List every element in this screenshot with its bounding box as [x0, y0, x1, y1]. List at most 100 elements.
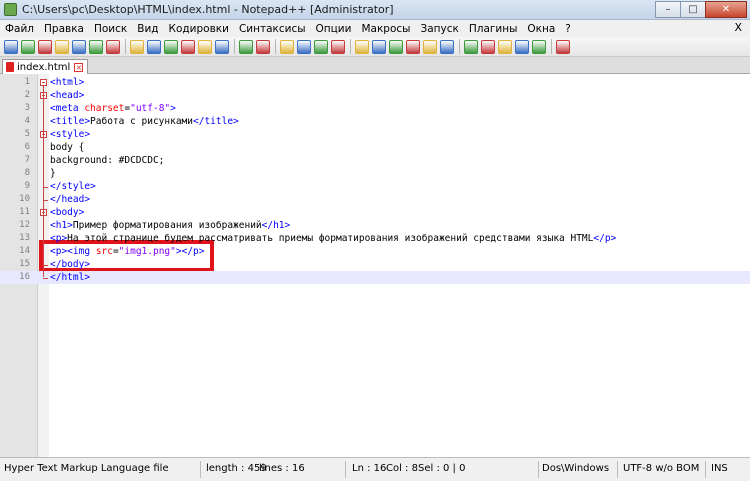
code-line[interactable]: 9 </style>	[0, 180, 750, 193]
code-text: </style>	[50, 181, 96, 192]
fold-toggle-icon[interactable]	[40, 79, 47, 86]
sync-v-icon[interactable]	[297, 39, 311, 54]
menu-close-button[interactable]: X	[734, 21, 742, 34]
code-text: <meta charset="utf-8">	[50, 103, 176, 114]
line-number: 4	[24, 116, 30, 126]
code-text: <body>	[50, 207, 85, 218]
fold-end-marker	[43, 200, 48, 201]
status-col: Col : 8	[386, 463, 418, 474]
play-multi-icon[interactable]	[498, 39, 512, 54]
code-line[interactable]: 14 <p><img src="img1.png"></p>	[0, 245, 750, 258]
code-line[interactable]: 11 <body>	[0, 206, 750, 219]
status-divider	[200, 461, 201, 478]
tab-strip: index.html ×	[0, 57, 750, 74]
menu-settings[interactable]: Опции	[311, 23, 357, 35]
menu-window[interactable]: Окна	[522, 23, 560, 35]
play-macro-icon[interactable]	[481, 39, 495, 54]
zoom-in-icon[interactable]	[256, 39, 270, 54]
redo-icon[interactable]	[198, 39, 212, 54]
menu-edit[interactable]: Правка	[39, 23, 89, 35]
doc-map-icon[interactable]	[406, 39, 420, 54]
line-number: 13	[19, 233, 30, 243]
code-line[interactable]: 6 body {	[0, 141, 750, 154]
close-all-icon[interactable]	[89, 39, 103, 54]
menu-file[interactable]: Файл	[0, 23, 39, 35]
paste-icon[interactable]	[164, 39, 178, 54]
menu-view[interactable]: Вид	[132, 23, 163, 35]
replace-icon[interactable]	[239, 39, 253, 54]
minimize-button[interactable]: –	[655, 1, 681, 18]
status-insert-mode[interactable]: INS	[711, 463, 728, 474]
menu-run[interactable]: Запуск	[415, 23, 463, 35]
spellcheck-icon[interactable]	[532, 39, 546, 54]
line-number: 12	[19, 220, 30, 230]
code-line[interactable]: 13 <p>На этой странице будем рассматриват…	[0, 232, 750, 245]
code-text: background: #DCDCDC;	[50, 155, 165, 166]
menu-language[interactable]: Синтаксисы	[234, 23, 311, 35]
line-number: 8	[24, 168, 30, 178]
code-line[interactable]: 8}	[0, 167, 750, 180]
code-line[interactable]: 3 <meta charset="utf-8">	[0, 102, 750, 115]
open-file-icon[interactable]	[21, 39, 35, 54]
save-all-icon[interactable]	[55, 39, 69, 54]
menu-encoding[interactable]: Кодировки	[164, 23, 234, 35]
menu-macro[interactable]: Макросы	[356, 23, 415, 35]
zoom-out-icon[interactable]	[280, 39, 294, 54]
toolbar-separator	[551, 39, 552, 54]
code-line[interactable]: 15 </body>	[0, 258, 750, 271]
function-list-icon[interactable]	[423, 39, 437, 54]
stop-record-icon[interactable]	[464, 39, 478, 54]
record-macro-icon[interactable]	[440, 39, 454, 54]
print-icon[interactable]	[106, 39, 120, 54]
menu-bar: Файл Правка Поиск Вид Кодировки Синтакси…	[0, 20, 750, 37]
code-text: body {	[50, 142, 85, 153]
code-line[interactable]: 1 <html>	[0, 76, 750, 89]
line-number: 14	[19, 246, 30, 256]
status-divider	[705, 461, 706, 478]
editor-area[interactable]: 1 <html> 2 <head> 3 <meta charset="utf-8"> 4 <t…	[0, 74, 750, 457]
undo-icon[interactable]	[181, 39, 195, 54]
code-text: </head>	[50, 194, 91, 205]
code-text: <title>Работа с рисунками</title>	[50, 116, 239, 127]
code-text: <h1>Пример форматирования изображений</h…	[50, 220, 291, 231]
indent-guide-icon[interactable]	[372, 39, 386, 54]
show-all-chars-icon[interactable]	[355, 39, 369, 54]
close-button[interactable]: ✕	[705, 1, 747, 18]
word-wrap-icon[interactable]	[331, 39, 345, 54]
fold-guide	[43, 86, 44, 277]
line-number: 1	[24, 77, 30, 87]
tab-index-html[interactable]: index.html ×	[2, 59, 89, 74]
save-macro-icon[interactable]	[515, 39, 529, 54]
tab-close-icon[interactable]: ×	[74, 62, 84, 72]
save-icon[interactable]	[38, 39, 52, 54]
menu-help[interactable]: ?	[560, 23, 576, 35]
status-length: length : 459	[206, 463, 267, 474]
menu-plugins[interactable]: Плагины	[464, 23, 523, 35]
fold-end-marker	[43, 278, 48, 279]
status-eol: Dos\Windows	[542, 463, 610, 474]
copy-icon[interactable]	[147, 39, 161, 54]
code-line[interactable]: 16 </html>	[0, 271, 750, 284]
status-ln: Ln : 16	[352, 463, 387, 474]
line-number: 9	[24, 181, 30, 191]
code-line[interactable]: 4 <title>Работа с рисунками</title>	[0, 115, 750, 128]
line-number: 16	[19, 272, 30, 282]
new-file-icon[interactable]	[4, 39, 18, 54]
toolbar-separator	[459, 39, 460, 54]
misc-icon[interactable]	[556, 39, 570, 54]
code-line[interactable]: 7 background: #DCDCDC;	[0, 154, 750, 167]
close-icon[interactable]	[72, 39, 86, 54]
code-line[interactable]: 10 </head>	[0, 193, 750, 206]
find-icon[interactable]	[215, 39, 229, 54]
code-line[interactable]: 2 <head>	[0, 89, 750, 102]
code-line[interactable]: 12 <h1>Пример форматирования изображений<…	[0, 219, 750, 232]
toolbar-separator	[234, 39, 235, 54]
cut-icon[interactable]	[130, 39, 144, 54]
udl-icon[interactable]	[389, 39, 403, 54]
maximize-button[interactable]: □	[680, 1, 706, 18]
menu-search[interactable]: Поиск	[89, 23, 132, 35]
toolbar-separator	[350, 39, 351, 54]
sync-h-icon[interactable]	[314, 39, 328, 54]
toolbar-separator	[125, 39, 126, 54]
code-line[interactable]: 5 <style>	[0, 128, 750, 141]
